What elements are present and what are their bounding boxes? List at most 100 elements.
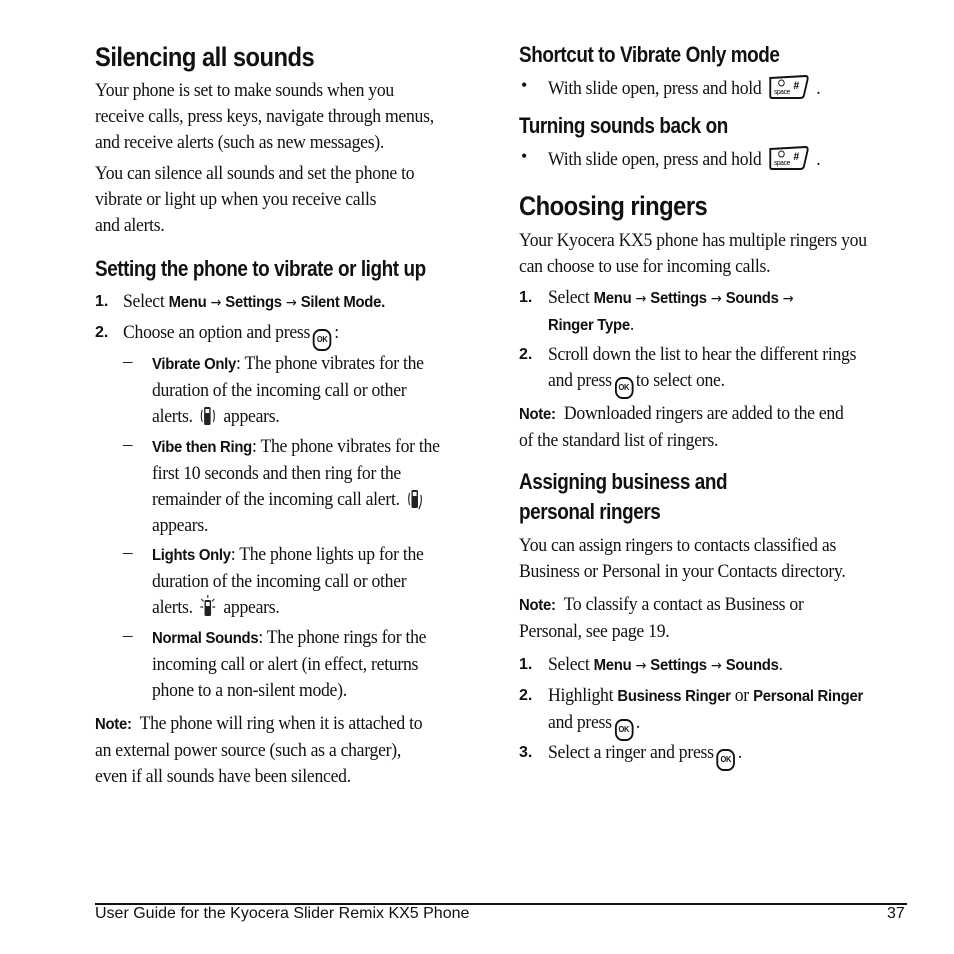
text-line: to select one. (635, 370, 725, 391)
option-vibe-then-ring: Vibe then Ring: The phone vibrates for t… (152, 434, 440, 539)
text-line: duration of the incoming call or other (152, 571, 407, 592)
punctuation: . (629, 314, 634, 335)
text-line: even if all sounds have been silenced. (95, 766, 351, 787)
text-line: personal ringers (519, 499, 661, 524)
text-line: an external power source (such as a char… (95, 740, 402, 761)
step-number: 1. (519, 289, 533, 306)
step-number: 3. (519, 744, 533, 761)
vibrate-icon (200, 407, 216, 425)
step-1: Select Menu → Settings → Silent Mode. (123, 289, 385, 316)
option-vibrate-only: Vibrate Only: The phone vibrates for the… (152, 351, 424, 430)
footer-guide-title: User Guide for the Kyocera Slider Remix … (95, 905, 470, 922)
option-label: Lights Only (152, 547, 231, 564)
lights-icon (200, 595, 216, 616)
text-line: : The phone rings for the (258, 627, 427, 648)
step-number: 1. (519, 656, 533, 673)
text-line: Business or Personal in your Contacts di… (519, 561, 846, 582)
option-label: Vibrate Only (152, 356, 237, 373)
menu-path-item: Silent Mode (300, 294, 382, 311)
punctuation: . (816, 149, 821, 170)
assign-intro: You can assign ringers to contacts class… (519, 533, 846, 585)
text-line: The phone will ring when it is attached … (139, 713, 423, 734)
menu-path-item: Menu (593, 657, 632, 674)
assign-step-1: Select Menu → Settings → Sounds. (548, 652, 783, 679)
text-line: and press (548, 712, 612, 733)
option-normal-sounds: Normal Sounds: The phone rings for the i… (152, 625, 427, 704)
step-2: Choose an option and press OK: (123, 320, 339, 351)
page-number: 37 (887, 905, 905, 922)
option-label: Business Ringer (617, 688, 731, 705)
text-line: To classify a contact as Business or (563, 594, 804, 615)
menu-path-item: Settings (225, 294, 282, 311)
dash-bullet: – (123, 542, 133, 563)
intro-paragraph-2: You can silence all sounds and set the p… (95, 161, 415, 239)
shortcut-instruction: With slide open, press and hold space # . (548, 74, 821, 102)
note-classify: Note: To classify a contact as Business … (519, 592, 804, 645)
assign-step-3: Select a ringer and press OK. (548, 740, 742, 771)
subheading-shortcut: Shortcut to Vibrate Only mode (519, 42, 780, 67)
punctuation: . (635, 712, 641, 733)
text-line: duration of the incoming call or other (152, 380, 407, 401)
note-charger: Note: The phone will ring when it is att… (95, 711, 423, 790)
text-line: With slide open, press and hold (548, 78, 762, 99)
ringer-step-1: Select Menu → Settings → Sounds → Ringer… (548, 285, 794, 339)
ringers-intro: Your Kyocera KX5 phone has multiple ring… (519, 228, 867, 280)
section-title-choosing-ringers: Choosing ringers (519, 191, 708, 221)
note-label: Note: (95, 716, 132, 733)
text-line: With slide open, press and hold (548, 149, 762, 170)
text-line: appears. (152, 515, 209, 536)
text-line: alerts. (152, 597, 193, 618)
intro-paragraph-1: Your phone is set to make sounds when yo… (95, 78, 434, 156)
text-line: : The phone lights up for the (230, 544, 424, 565)
punctuation: . (381, 294, 385, 311)
text-line: and receive alerts (such as new messages… (95, 132, 385, 153)
step-text: Highlight (548, 685, 618, 706)
text-line: Personal, see page 19. (519, 621, 670, 642)
arrow-icon: → (635, 291, 647, 307)
punctuation: . (778, 654, 783, 675)
step-text: Select a ringer and press (548, 742, 714, 763)
space-hash-key-icon: space# (769, 145, 809, 170)
arrow-icon: → (710, 658, 722, 674)
text-line: alerts. (152, 406, 193, 427)
text-line: Scroll down the list to hear the differe… (548, 344, 857, 365)
text-line: Downloaded ringers are added to the end (563, 403, 844, 424)
text-line: appears. (223, 597, 280, 618)
text-line: appears. (223, 406, 280, 427)
text-line: Assigning business and (519, 469, 728, 494)
menu-path-item: Menu (168, 294, 207, 311)
text-line: : The phone vibrates for the (236, 353, 424, 374)
menu-path-item: Sounds (725, 657, 779, 674)
text-line: Your phone is set to make sounds when yo… (95, 80, 394, 101)
svg-text:space: space (774, 160, 790, 167)
punctuation: . (816, 78, 821, 99)
bullet-dot: • (521, 75, 528, 95)
menu-path-item: Settings (650, 657, 707, 674)
ringer-step-2: Scroll down the list to hear the differe… (548, 342, 856, 399)
option-lights-only: Lights Only: The phone lights up for the… (152, 542, 424, 621)
punctuation: . (737, 742, 743, 763)
space-hash-key-icon: space# (769, 74, 809, 99)
dash-bullet: – (123, 434, 133, 455)
step-text: Select (123, 291, 169, 312)
svg-text:space: space (774, 89, 790, 96)
text-line: first 10 seconds and then ring for the (152, 463, 401, 484)
step-text: or (730, 685, 754, 706)
subheading-turning-on: Turning sounds back on (519, 113, 728, 138)
step-number: 2. (519, 346, 533, 363)
section-title-silencing: Silencing all sounds (95, 42, 315, 72)
text-line: You can assign ringers to contacts class… (519, 535, 837, 556)
svg-text:#: # (793, 80, 799, 92)
ok-key-icon: OK (716, 749, 736, 771)
ok-key-icon: OK (312, 329, 332, 351)
ok-key-icon: OK (614, 377, 634, 399)
arrow-icon: → (782, 291, 794, 307)
option-label: Normal Sounds (152, 630, 259, 647)
subheading-assigning: Assigning business and personal ringers (519, 467, 728, 527)
menu-path-item: Sounds (725, 290, 779, 307)
vibe-ring-icon (407, 490, 422, 510)
step-text: Select (548, 654, 594, 675)
punctuation: : (334, 322, 339, 343)
subheading-vibrate-light: Setting the phone to vibrate or light up (95, 256, 426, 281)
text-line: remainder of the incoming call alert. (152, 489, 400, 510)
